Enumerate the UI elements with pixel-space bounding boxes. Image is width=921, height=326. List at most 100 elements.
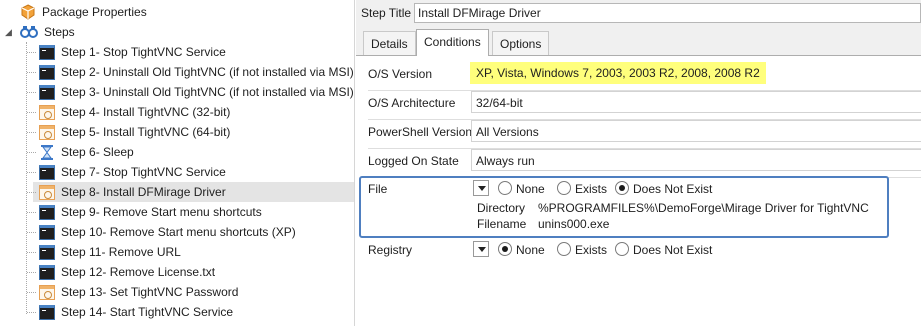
console-icon bbox=[39, 204, 55, 220]
tree-guide-line bbox=[27, 192, 36, 193]
install-icon bbox=[39, 124, 55, 140]
tree-item-step[interactable]: Step 10- Remove Start menu shortcuts (XP… bbox=[39, 222, 296, 242]
hourglass-icon bbox=[41, 144, 53, 160]
tree-item-label: Step 8- Install DFMirage Driver bbox=[61, 185, 226, 199]
tree-guide-line bbox=[27, 92, 36, 93]
registry-label: Registry bbox=[368, 243, 413, 257]
step-properties-panel: Step Title Install DFMirage Driver Detai… bbox=[356, 0, 921, 326]
tree-item-step[interactable]: Step 7- Stop TightVNC Service bbox=[39, 162, 226, 182]
tree-item-label: Package Properties bbox=[42, 5, 147, 19]
filename-value[interactable]: unins000.exe bbox=[538, 217, 609, 231]
file-radio-exists[interactable] bbox=[557, 181, 571, 195]
file-label: File bbox=[368, 182, 388, 196]
tree-item-label: Step 9- Remove Start menu shortcuts bbox=[61, 205, 262, 219]
tree-item-step-selected[interactable]: Step 8- Install DFMirage Driver bbox=[39, 182, 226, 202]
powershell-version-value[interactable]: All Versions bbox=[471, 120, 921, 142]
tree-item-step[interactable]: Step 9- Remove Start menu shortcuts bbox=[39, 202, 262, 222]
tree-item-step[interactable]: Step 13- Set TightVNC Password bbox=[39, 282, 238, 302]
tree-item-package-properties[interactable]: Package Properties bbox=[20, 2, 147, 22]
tree-item-label: Step 13- Set TightVNC Password bbox=[61, 285, 239, 299]
tree-guide-line bbox=[27, 52, 36, 53]
tree-item-label: Step 2- Uninstall Old TightVNC (if not i… bbox=[61, 65, 354, 79]
console-icon bbox=[39, 164, 55, 180]
tree-item-step[interactable]: Step 1- Stop TightVNC Service bbox=[39, 42, 226, 62]
tab-details[interactable]: Details bbox=[363, 31, 416, 55]
tree-guide-line bbox=[26, 42, 27, 314]
registry-radio-does-not-exist-label: Does Not Exist bbox=[633, 243, 713, 257]
filename-label: Filename bbox=[477, 217, 527, 231]
directory-label: Directory bbox=[477, 201, 526, 215]
os-architecture-label: O/S Architecture bbox=[368, 96, 456, 110]
install-icon bbox=[39, 184, 55, 200]
directory-value[interactable]: %PROGRAMFILES%\DemoForge\Mirage Driver f… bbox=[538, 201, 869, 215]
registry-radio-exists-label: Exists bbox=[575, 243, 608, 257]
tree-guide-line bbox=[27, 232, 36, 233]
console-icon bbox=[39, 44, 55, 60]
tab-conditions[interactable]: Conditions bbox=[416, 29, 489, 56]
tree-guide-line bbox=[27, 212, 36, 213]
install-icon bbox=[39, 104, 55, 120]
os-version-label: O/S Version bbox=[368, 67, 433, 81]
tree-item-label: Step 6- Sleep bbox=[61, 145, 134, 159]
tree-item-step[interactable]: Step 12- Remove License.txt bbox=[39, 262, 215, 282]
file-dropdown-button[interactable] bbox=[473, 180, 489, 196]
file-radio-does-not-exist-label: Does Not Exist bbox=[633, 182, 713, 196]
console-icon bbox=[39, 264, 55, 280]
collapse-icon[interactable]: ◢ bbox=[5, 27, 12, 38]
tab-options[interactable]: Options bbox=[492, 31, 550, 55]
tree-guide-line bbox=[27, 272, 36, 273]
tree-item-step[interactable]: Step 3- Uninstall Old TightVNC (if not i… bbox=[39, 82, 354, 102]
file-radio-does-not-exist[interactable] bbox=[615, 181, 629, 195]
console-icon bbox=[39, 84, 55, 100]
tree-guide-line bbox=[27, 172, 36, 173]
tree-guide-line bbox=[27, 112, 36, 113]
file-radio-none[interactable] bbox=[498, 181, 512, 195]
registry-radio-does-not-exist[interactable] bbox=[615, 242, 629, 256]
tree-item-step[interactable]: Step 4- Install TightVNC (32-bit) bbox=[39, 102, 230, 122]
console-icon bbox=[39, 304, 55, 320]
tree-item-label: Step 1- Stop TightVNC Service bbox=[61, 45, 226, 59]
package-tree: Package Properties ◢ Steps Step 1- Stop … bbox=[0, 0, 355, 326]
tree-guide-line bbox=[27, 252, 36, 253]
registry-radio-exists[interactable] bbox=[557, 242, 571, 256]
tree-item-step[interactable]: Step 14- Start TightVNC Service bbox=[39, 302, 233, 322]
tree-item-steps[interactable]: Steps bbox=[20, 22, 75, 42]
console-icon bbox=[39, 244, 55, 260]
step-title-input[interactable]: Install DFMirage Driver bbox=[414, 3, 921, 23]
os-architecture-value[interactable]: 32/64-bit bbox=[471, 91, 921, 113]
tree-item-step[interactable]: Step 2- Uninstall Old TightVNC (if not i… bbox=[39, 62, 354, 82]
tab-label: Details bbox=[371, 37, 408, 51]
registry-radio-none[interactable] bbox=[498, 242, 512, 256]
tree-guide-line bbox=[27, 132, 36, 133]
os-version-value[interactable]: XP, Vista, Windows 7, 2003, 2003 R2, 200… bbox=[470, 62, 766, 84]
tree-item-label: Step 3- Uninstall Old TightVNC (if not i… bbox=[61, 85, 354, 99]
tree-item-label: Steps bbox=[44, 25, 75, 39]
tree-guide-line bbox=[27, 152, 36, 153]
registry-dropdown-button[interactable] bbox=[473, 241, 489, 257]
registry-radio-none-label: None bbox=[516, 243, 545, 257]
steps-icon bbox=[20, 25, 38, 39]
logged-on-state-label: Logged On State bbox=[368, 154, 459, 168]
tree-guide-line bbox=[27, 292, 36, 293]
tree-item-label: Step 4- Install TightVNC (32-bit) bbox=[61, 105, 231, 119]
tab-label: Conditions bbox=[424, 35, 481, 49]
logged-on-state-value[interactable]: Always run bbox=[471, 149, 921, 171]
tree-item-label: Step 5- Install TightVNC (64-bit) bbox=[61, 125, 231, 139]
tree-guide-line bbox=[27, 312, 36, 313]
console-icon bbox=[39, 64, 55, 80]
console-icon bbox=[39, 224, 55, 240]
file-radio-exists-label: Exists bbox=[575, 182, 608, 196]
tree-item-label: Step 12- Remove License.txt bbox=[61, 265, 216, 279]
tree-item-step[interactable]: Step 11- Remove URL bbox=[39, 242, 181, 262]
tree-guide-line bbox=[27, 72, 36, 73]
file-radio-none-label: None bbox=[516, 182, 545, 196]
step-title-label: Step Title bbox=[361, 6, 412, 20]
tree-item-label: Step 7- Stop TightVNC Service bbox=[61, 165, 226, 179]
install-icon bbox=[39, 284, 55, 300]
tree-item-label: Step 10- Remove Start menu shortcuts (XP… bbox=[61, 225, 296, 239]
powershell-version-label: PowerShell Version bbox=[368, 125, 473, 139]
tree-item-step[interactable]: Step 5- Install TightVNC (64-bit) bbox=[39, 122, 230, 142]
tree-item-step[interactable]: Step 6- Sleep bbox=[39, 142, 134, 162]
tab-label: Options bbox=[500, 37, 542, 51]
tree-item-label: Step 11- Remove URL bbox=[61, 245, 181, 259]
